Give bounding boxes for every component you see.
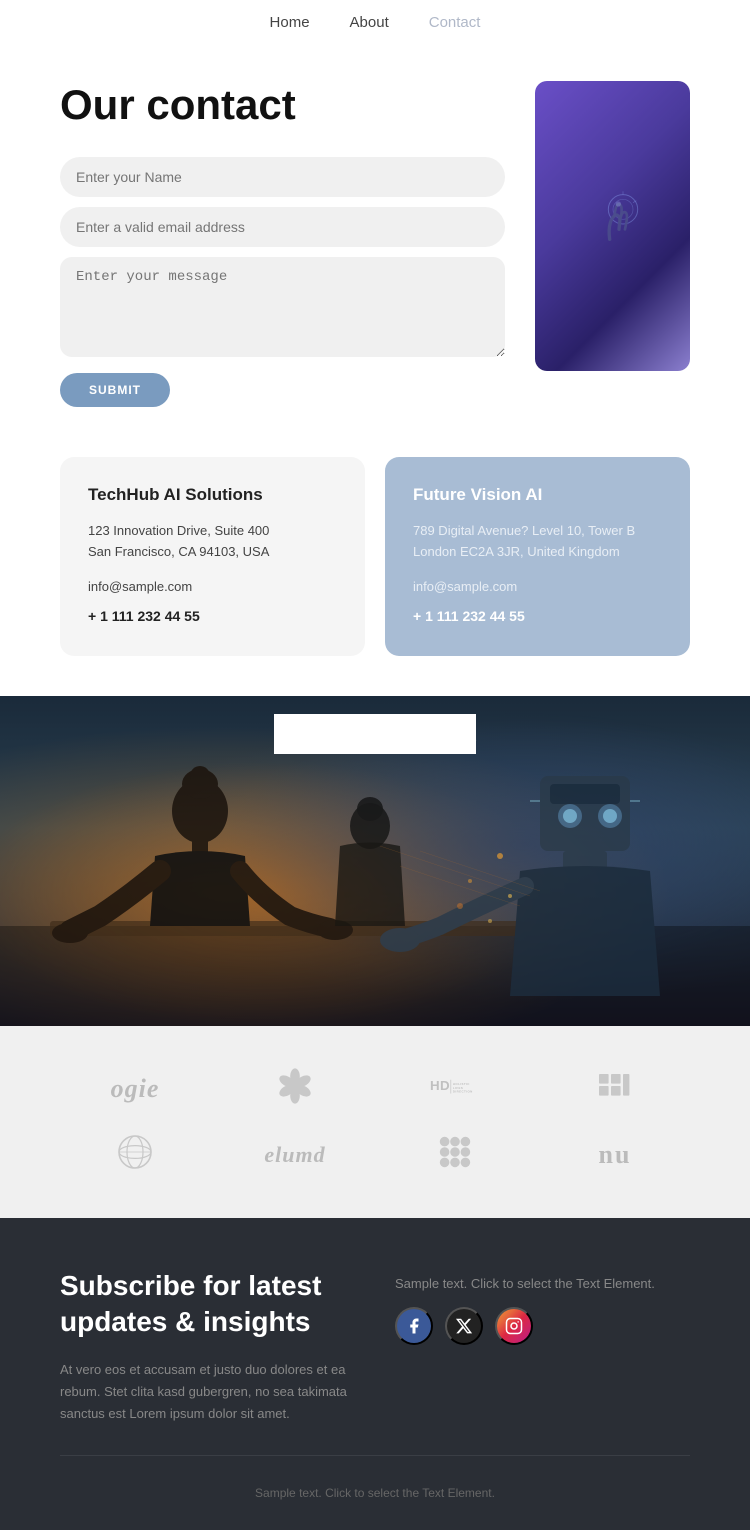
footer: Subscribe for latest updates & insights …: [0, 1218, 750, 1530]
hero-illustration: [573, 186, 653, 266]
card1-address2: San Francisco, CA 94103, USA: [88, 542, 337, 563]
full-image-nav: Home About Contact: [274, 714, 476, 754]
footer-top: Subscribe for latest updates & insights …: [60, 1268, 690, 1425]
card2-address1: 789 Digital Avenue? Level 10, Tower B: [413, 521, 662, 542]
nu-text: nu: [599, 1140, 632, 1169]
facebook-button[interactable]: [395, 1307, 433, 1345]
instagram-button[interactable]: [495, 1307, 533, 1345]
hero-right: [535, 81, 690, 371]
logo-dots: [430, 1132, 480, 1178]
footer-right: Sample text. Click to select the Text El…: [395, 1268, 690, 1425]
card1-phone: + 1 111 232 44 55: [88, 605, 337, 627]
card-futurevision: Future Vision AI 789 Digital Avenue? Lev…: [385, 457, 690, 656]
hd-logo: HD HOLISTIC LIFES DIRECTION: [430, 1066, 480, 1106]
ogie-text: ogie: [111, 1074, 160, 1103]
twitter-button[interactable]: [445, 1307, 483, 1345]
card2-address2: London EC2A 3JR, United Kingdom: [413, 542, 662, 563]
cards-section: TechHub AI Solutions 123 Innovation Driv…: [0, 447, 750, 696]
nav-about[interactable]: About: [350, 14, 389, 31]
footer-body-text: At vero eos et accusam et justo duo dolo…: [60, 1359, 355, 1425]
hero-left: Our contact SUBMIT: [60, 81, 505, 407]
instagram-icon: [505, 1317, 523, 1335]
logo-brigida: [590, 1066, 640, 1112]
flower-icon: [270, 1066, 320, 1106]
card2-email: info@sample.com: [413, 577, 662, 598]
card2-phone: + 1 111 232 44 55: [413, 605, 662, 627]
logo-ogie: ogie: [111, 1074, 160, 1104]
svg-text:DIRECTION: DIRECTION: [453, 1089, 473, 1093]
full-nav-about[interactable]: About: [351, 728, 388, 744]
nav-home[interactable]: Home: [270, 14, 310, 31]
contact-form: SUBMIT: [60, 157, 505, 407]
svg-text:HD: HD: [430, 1078, 450, 1093]
dots-icon: [430, 1132, 480, 1172]
logo-hd: HD HOLISTIC LIFES DIRECTION: [430, 1066, 480, 1112]
social-icons: [395, 1307, 690, 1345]
logo-flower: [270, 1066, 320, 1112]
hero-title: Our contact: [60, 81, 505, 129]
logos-section: ogie HD HOLISTIC LIFES DIRECTION: [0, 1026, 750, 1218]
facebook-icon: [405, 1317, 423, 1335]
logo-elumd: elumd: [264, 1142, 325, 1168]
full-nav-contact[interactable]: Contact: [428, 728, 476, 744]
card1-email: info@sample.com: [88, 577, 337, 598]
email-input[interactable]: [60, 207, 505, 247]
brigida-icon: [590, 1066, 640, 1106]
top-nav: Home About Contact: [0, 0, 750, 41]
message-input[interactable]: [60, 257, 505, 357]
footer-sample-text: Sample text. Click to select the Text El…: [395, 1276, 690, 1291]
footer-heading: Subscribe for latest updates & insights: [60, 1268, 355, 1341]
card1-address1: 123 Innovation Drive, Suite 400: [88, 521, 337, 542]
hero-image: [535, 81, 690, 371]
full-image-section: Home About Contact: [0, 696, 750, 1026]
footer-bottom-text: Sample text. Click to select the Text El…: [60, 1486, 690, 1500]
card1-title: TechHub AI Solutions: [88, 485, 337, 505]
name-input[interactable]: [60, 157, 505, 197]
circle-lines-icon: [110, 1132, 160, 1172]
footer-left: Subscribe for latest updates & insights …: [60, 1268, 355, 1425]
logo-circle-lines: [110, 1132, 160, 1178]
submit-button[interactable]: SUBMIT: [60, 373, 170, 407]
card2-title: Future Vision AI: [413, 485, 662, 505]
nav-contact[interactable]: Contact: [429, 14, 481, 31]
footer-bottom: Sample text. Click to select the Text El…: [60, 1455, 690, 1500]
full-nav-home[interactable]: Home: [274, 728, 311, 744]
twitter-x-icon: [455, 1317, 473, 1335]
card-techhub: TechHub AI Solutions 123 Innovation Driv…: [60, 457, 365, 656]
hero-section: Our contact SUBMIT: [0, 41, 750, 447]
elumd-text: elumd: [264, 1142, 325, 1167]
logo-nu: nu: [599, 1140, 632, 1170]
